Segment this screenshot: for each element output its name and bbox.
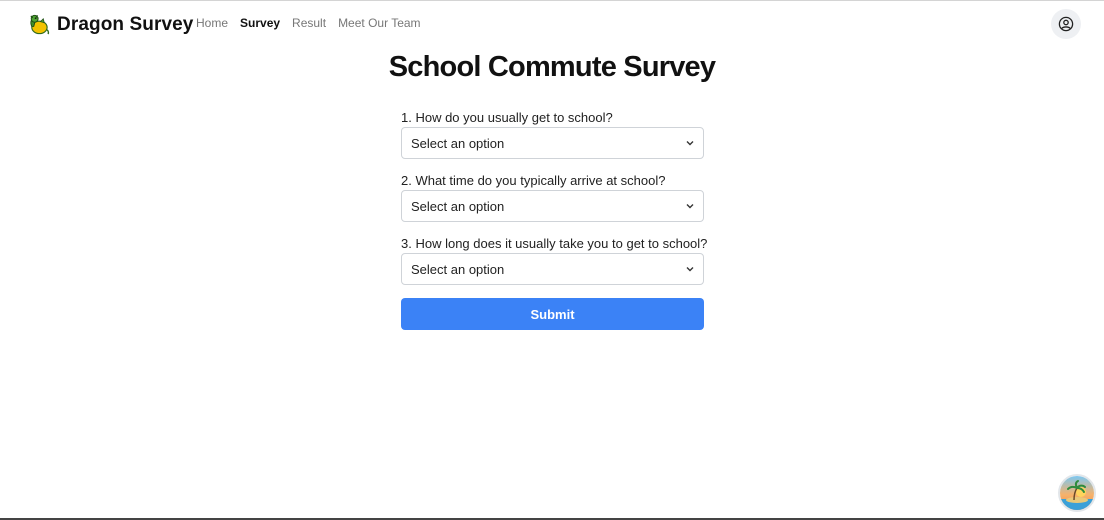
brand[interactable]: Dragon Survey [27,13,193,36]
dragon-icon [30,14,50,35]
survey-form: 1. How do you usually get to school? Sel… [401,110,708,330]
user-circle-icon [1058,16,1074,32]
nav-survey[interactable]: Survey [240,16,280,30]
page: Dragon Survey Home Survey Result Meet Ou… [0,0,1104,520]
select-value: Select an option [411,261,505,277]
chevron-down-icon [686,204,694,209]
brand-name: Dragon Survey [57,13,194,35]
arrival-time-select[interactable]: Select an option [401,190,704,222]
chevron-down-icon [686,141,694,146]
commute-duration-select[interactable]: Select an option [401,253,704,285]
nav-result[interactable]: Result [292,16,326,30]
floating-widget-button[interactable] [1058,474,1096,512]
commute-mode-select[interactable]: Select an option [401,127,704,159]
navbar: Dragon Survey Home Survey Result Meet Ou… [0,1,1104,47]
question-3: 3. How long does it usually take you to … [401,236,708,285]
chevron-down-icon [686,267,694,272]
question-label: 3. How long does it usually take you to … [401,236,708,251]
user-menu-button[interactable] [1051,9,1081,39]
nav-home[interactable]: Home [196,16,228,30]
nav-meet-our-team[interactable]: Meet Our Team [338,16,420,30]
page-title: School Commute Survey [388,51,716,83]
question-2: 2. What time do you typically arrive at … [401,173,704,222]
island-icon [1060,476,1094,510]
question-label: 2. What time do you typically arrive at … [401,173,666,188]
select-value: Select an option [411,135,505,151]
main-nav: Home Survey Result Meet Our Team [196,16,421,30]
question-label: 1. How do you usually get to school? [401,110,613,125]
select-value: Select an option [411,198,505,214]
submit-button[interactable]: Submit [401,298,704,330]
question-1: 1. How do you usually get to school? Sel… [401,110,704,159]
